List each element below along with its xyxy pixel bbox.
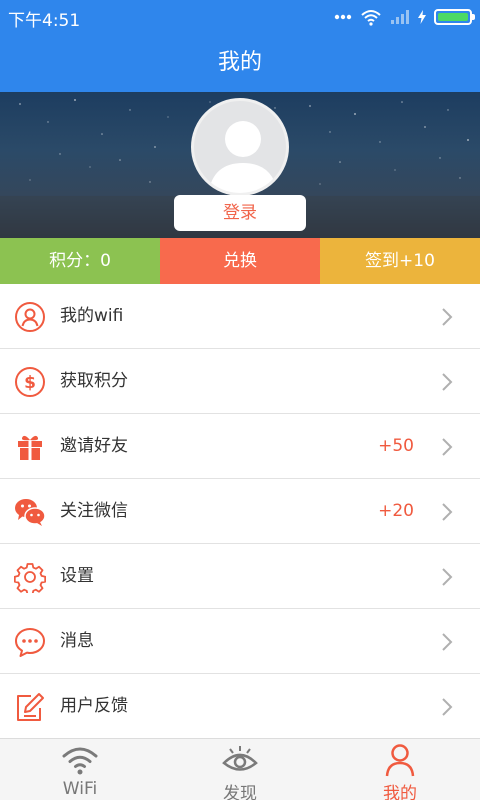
avatar[interactable]	[191, 98, 289, 196]
menu-item-invite-friends[interactable]: 邀请好友 +50	[0, 414, 480, 479]
user-icon	[15, 302, 45, 332]
chevron-right-icon	[442, 698, 453, 716]
menu-item-follow-wechat[interactable]: 关注微信 +20	[0, 479, 480, 544]
menu-item-label: 设置	[60, 566, 94, 586]
message-bubble-icon	[15, 628, 45, 657]
menu-item-badge: +20	[378, 501, 414, 521]
charging-bolt-icon	[418, 10, 426, 24]
menu-item-label: 用户反馈	[60, 696, 128, 716]
menu-item-settings[interactable]: 设置	[0, 544, 480, 609]
menu-item-label: 我的wifi	[60, 306, 124, 326]
battery-icon	[434, 9, 475, 25]
tab-discover[interactable]: 发现	[160, 739, 320, 800]
wechat-icon	[15, 499, 46, 526]
stats-bar: 积分：0 兑换 签到+10	[0, 238, 480, 284]
tab-wifi[interactable]: WiFi	[0, 739, 160, 800]
chevron-right-icon	[442, 633, 453, 651]
tab-label: 我的	[383, 784, 417, 800]
menu-item-badge: +50	[378, 436, 414, 456]
tab-label: WiFi	[62, 779, 98, 799]
cellular-signal-icon	[391, 10, 409, 24]
menu-item-earn-points[interactable]: $ 获取积分	[0, 349, 480, 414]
menu-item-my-wifi[interactable]: 我的wifi	[0, 284, 480, 349]
menu-item-messages[interactable]: 消息	[0, 609, 480, 674]
menu-list: 我的wifi $ 获取积分 邀请好友 +50 关注微信 +20 设置 消息 用户…	[0, 284, 480, 739]
status-icons	[334, 6, 475, 28]
menu-item-feedback[interactable]: 用户反馈	[0, 674, 480, 739]
menu-item-label: 消息	[60, 631, 94, 651]
more-dots-icon	[334, 14, 352, 20]
gift-icon	[18, 435, 42, 460]
status-bar: 下午4:51	[0, 0, 480, 34]
person-icon	[385, 744, 415, 777]
wifi-signal-icon	[361, 10, 381, 26]
wifi-icon	[62, 747, 98, 775]
menu-item-label: 邀请好友	[60, 436, 128, 456]
login-button[interactable]: 登录	[174, 195, 306, 231]
redeem-button[interactable]: 兑换	[160, 238, 320, 284]
svg-text:$: $	[24, 373, 36, 393]
chevron-right-icon	[442, 568, 453, 586]
chevron-right-icon	[442, 503, 453, 521]
chevron-right-icon	[442, 373, 453, 391]
menu-item-label: 获取积分	[60, 371, 128, 391]
points-display: 积分：0	[0, 238, 160, 284]
checkin-button[interactable]: 签到+10	[320, 238, 480, 284]
chevron-right-icon	[442, 308, 453, 326]
tab-label: 发现	[223, 784, 257, 800]
chevron-right-icon	[442, 438, 453, 456]
eye-icon	[222, 746, 258, 771]
tab-mine[interactable]: 我的	[320, 739, 480, 800]
profile-banner: 登录	[0, 92, 480, 238]
edit-feedback-icon	[17, 693, 44, 721]
page-title: 我的	[0, 34, 480, 92]
menu-item-label: 关注微信	[60, 501, 128, 521]
gear-icon	[14, 563, 46, 593]
status-time: 下午4:51	[8, 11, 81, 31]
dollar-coin-icon: $	[15, 367, 45, 397]
bottom-tab-bar: WiFi 发现 我的	[0, 738, 480, 800]
